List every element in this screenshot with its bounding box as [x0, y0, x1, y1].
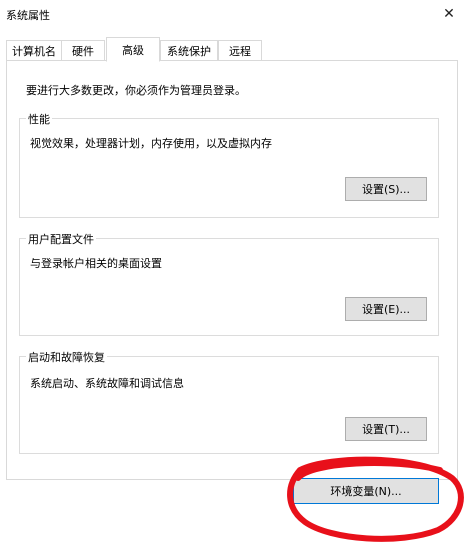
environment-variables-button[interactable]: 环境变量(N)...	[293, 478, 439, 504]
performance-settings-button[interactable]: 设置(S)...	[345, 177, 427, 201]
tab-advanced[interactable]: 高级	[106, 37, 160, 62]
startup-recovery-description: 系统启动、系统故障和调试信息	[30, 377, 184, 390]
tab-computer-name[interactable]: 计算机名	[6, 40, 62, 61]
system-properties-window: 系统属性 ✕ 计算机名 硬件 高级 系统保护 远程 要进行大多数更改，你必须作为…	[0, 0, 466, 545]
tab-strip: 计算机名 硬件 高级 系统保护 远程	[0, 37, 466, 62]
user-profiles-description: 与登录帐户相关的桌面设置	[30, 257, 162, 270]
user-profiles-settings-button[interactable]: 设置(E)...	[345, 297, 427, 321]
tab-hardware[interactable]: 硬件	[61, 40, 105, 61]
user-profiles-group-title: 用户配置文件	[26, 231, 96, 247]
performance-group: 性能 视觉效果，处理器计划，内存使用，以及虚拟内存 设置(S)...	[19, 111, 439, 218]
performance-description: 视觉效果，处理器计划，内存使用，以及虚拟内存	[30, 137, 272, 150]
startup-recovery-settings-button[interactable]: 设置(T)...	[345, 417, 427, 441]
performance-group-title: 性能	[26, 111, 52, 127]
user-profiles-group: 用户配置文件 与登录帐户相关的桌面设置 设置(E)...	[19, 231, 439, 336]
window-title: 系统属性	[6, 9, 50, 22]
startup-recovery-group: 启动和故障恢复 系统启动、系统故障和调试信息 设置(T)...	[19, 349, 439, 454]
close-icon[interactable]: ✕	[432, 0, 466, 28]
tab-remote[interactable]: 远程	[218, 40, 262, 61]
title-bar: 系统属性 ✕	[0, 0, 466, 28]
admin-notice: 要进行大多数更改，你必须作为管理员登录。	[26, 84, 246, 97]
tab-system-protection[interactable]: 系统保护	[160, 40, 218, 61]
startup-recovery-group-title: 启动和故障恢复	[26, 349, 107, 365]
